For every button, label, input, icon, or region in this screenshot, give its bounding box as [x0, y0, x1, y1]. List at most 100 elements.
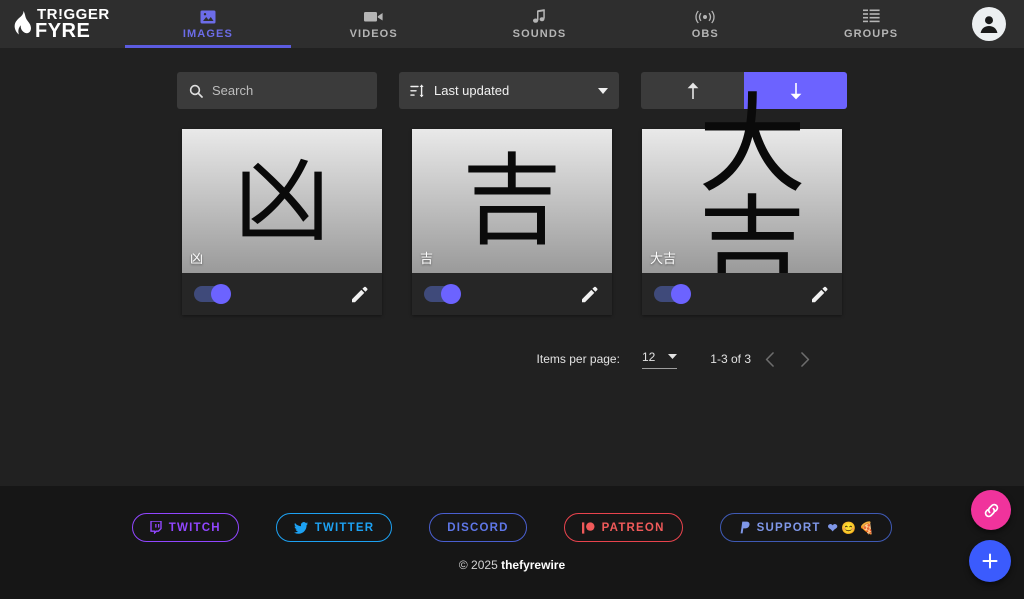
- twitch-icon: [150, 521, 162, 534]
- card-name: 大吉: [650, 252, 677, 267]
- user-avatar-icon: [972, 7, 1006, 41]
- support-emoji: ❤ 😊 🍕: [827, 520, 875, 535]
- card-name: 吉: [420, 252, 434, 267]
- sort-value: Last updated: [434, 83, 510, 98]
- card-edit-button[interactable]: [351, 286, 368, 303]
- twitter-icon: [293, 521, 308, 534]
- sort-icon: [410, 84, 424, 97]
- chevron-right-icon: [800, 351, 809, 367]
- tab-videos-label: VIDEOS: [349, 27, 398, 40]
- sort-direction-group: [641, 72, 847, 109]
- card-enable-toggle[interactable]: [194, 284, 231, 304]
- app-header: TR!GGER FYRE IMAGES VIDEOS SOUNDS OBS GR…: [0, 0, 1024, 48]
- tab-groups[interactable]: GROUPS: [788, 0, 954, 48]
- copyright: © 2025 thefyrewire: [459, 558, 565, 572]
- twitch-label: TWITCH: [168, 521, 221, 534]
- paginator: Items per page: 12 1-3 of 3: [177, 341, 847, 377]
- chevron-left-icon: [765, 351, 774, 367]
- items-per-page-label: Items per page:: [536, 352, 620, 366]
- tab-images[interactable]: IMAGES: [125, 0, 291, 48]
- toolbar: Search Last updated: [177, 72, 847, 109]
- main-content: Search Last updated 凶 凶 吉 吉 大吉 大吉 Items …: [0, 48, 1024, 486]
- discord-label: DISCORD: [447, 521, 509, 534]
- arrow-up-icon: [687, 82, 698, 99]
- tab-images-label: IMAGES: [182, 27, 233, 40]
- music-note-icon: [532, 9, 547, 25]
- toggle-knob: [671, 284, 691, 304]
- sort-select[interactable]: Last updated: [399, 72, 619, 109]
- tab-groups-label: GROUPS: [843, 27, 899, 40]
- video-icon: [363, 9, 384, 25]
- card-actions: [642, 273, 842, 315]
- share-link-fab[interactable]: [971, 490, 1011, 530]
- pencil-icon: [812, 286, 828, 302]
- copyright-brand: thefyrewire: [501, 558, 566, 572]
- card-thumbnail: 大吉 大吉: [642, 87, 842, 291]
- items-per-page-select[interactable]: 12: [641, 349, 678, 369]
- page-range-label: 1-3 of 3: [710, 352, 751, 366]
- card-thumbnail-clip: 吉: [412, 129, 612, 273]
- image-card[interactable]: 凶 凶: [182, 129, 382, 315]
- plus-icon: [982, 553, 998, 569]
- card-glyph: 吉: [462, 142, 562, 260]
- image-card[interactable]: 吉 吉: [412, 129, 612, 315]
- grid-list-icon: [862, 9, 880, 25]
- add-fab[interactable]: [969, 540, 1011, 582]
- card-actions: [412, 273, 612, 315]
- search-placeholder: Search: [212, 83, 254, 98]
- avatar[interactable]: [954, 0, 1024, 48]
- discord-button[interactable]: DISCORD: [429, 513, 527, 542]
- toggle-knob: [211, 284, 231, 304]
- sort-ascending-button[interactable]: [641, 72, 744, 109]
- toggle-knob: [441, 284, 461, 304]
- paypal-icon: [740, 521, 750, 534]
- brand-logo[interactable]: TR!GGER FYRE: [0, 0, 125, 48]
- card-name: 凶: [190, 252, 204, 267]
- main-navigation: IMAGES VIDEOS SOUNDS OBS GROUPS: [125, 0, 954, 48]
- tab-sounds-label: SOUNDS: [512, 27, 567, 40]
- chevron-down-icon: [668, 354, 678, 359]
- image-card-grid: 凶 凶 吉 吉 大吉 大吉: [182, 87, 842, 315]
- card-thumbnail: 吉 吉: [412, 129, 612, 273]
- copyright-prefix: © 2025: [458, 558, 502, 572]
- patreon-label: PATREON: [601, 521, 665, 534]
- search-input[interactable]: Search: [177, 72, 377, 109]
- card-thumbnail-clip: 凶: [182, 129, 382, 273]
- support-button[interactable]: SUPPORT ❤ 😊 🍕: [719, 513, 893, 542]
- pencil-icon: [352, 286, 368, 302]
- twitter-button[interactable]: TWITTER: [275, 513, 393, 542]
- image-card[interactable]: 大吉 大吉: [642, 87, 842, 315]
- sort-descending-button[interactable]: [744, 72, 847, 109]
- brand-line-2: FYRE: [35, 19, 91, 42]
- app-footer: TWITCH TWITTER DISCORD PATREON SUPPORT ❤…: [0, 486, 1024, 599]
- support-label: SUPPORT: [756, 521, 821, 534]
- tab-videos[interactable]: VIDEOS: [291, 0, 457, 48]
- card-enable-toggle[interactable]: [654, 284, 691, 304]
- card-actions: [182, 273, 382, 315]
- patreon-icon: [581, 521, 595, 534]
- tab-obs[interactable]: OBS: [622, 0, 788, 48]
- brand-text: TR!GGER FYRE: [35, 7, 110, 42]
- tab-sounds[interactable]: SOUNDS: [457, 0, 623, 48]
- search-icon: [189, 84, 203, 98]
- card-glyph: 大吉: [680, 87, 806, 292]
- card-glyph: 凶: [234, 144, 330, 257]
- next-page-button[interactable]: [787, 341, 823, 377]
- social-links: TWITCH TWITTER DISCORD PATREON SUPPORT ❤…: [131, 513, 893, 542]
- pencil-icon: [582, 286, 598, 302]
- card-enable-toggle[interactable]: [424, 284, 461, 304]
- chevron-down-icon: [598, 87, 608, 94]
- tab-obs-label: OBS: [691, 27, 719, 40]
- link-icon: [984, 503, 998, 517]
- image-icon: [200, 9, 216, 25]
- items-per-page-value: 12: [641, 349, 656, 364]
- patreon-button[interactable]: PATREON: [563, 513, 683, 542]
- twitter-label: TWITTER: [314, 521, 375, 534]
- twitch-button[interactable]: TWITCH: [131, 513, 239, 542]
- flame-icon: [14, 11, 31, 35]
- card-edit-button[interactable]: [811, 286, 828, 303]
- card-edit-button[interactable]: [581, 286, 598, 303]
- card-thumbnail: 凶 凶: [182, 129, 382, 273]
- previous-page-button[interactable]: [751, 341, 787, 377]
- arrow-down-icon: [790, 82, 801, 99]
